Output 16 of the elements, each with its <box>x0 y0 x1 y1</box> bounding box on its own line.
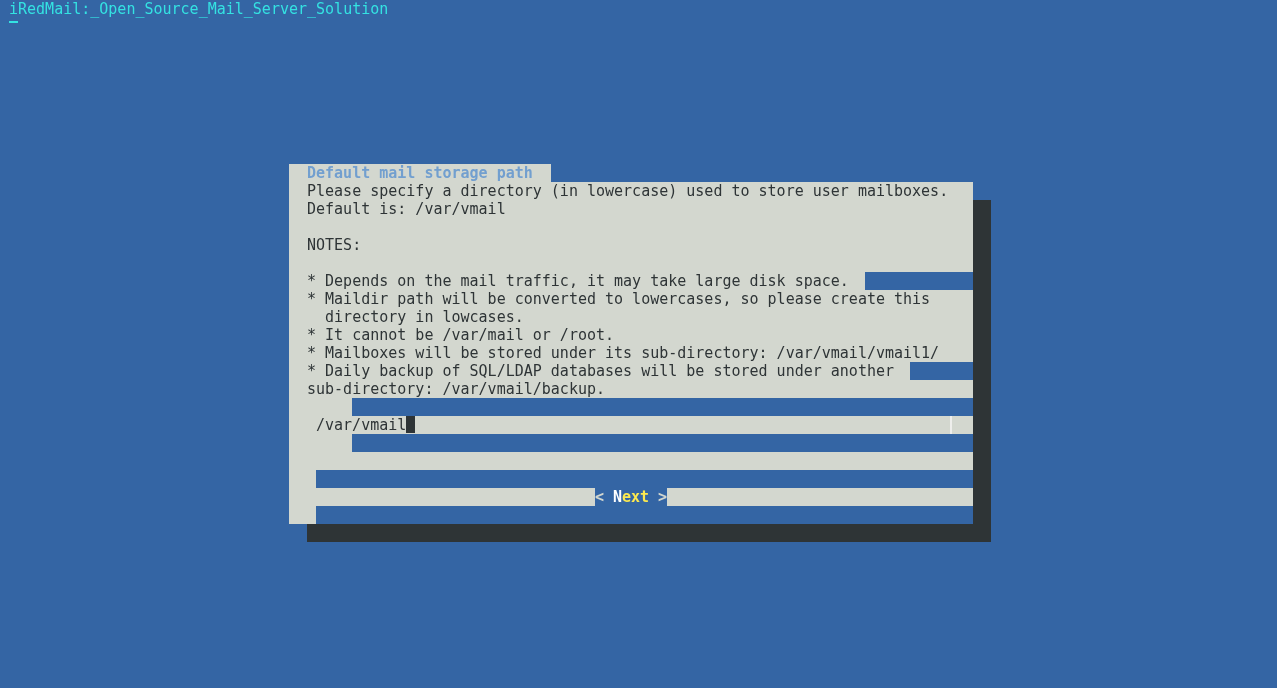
dialog-title: Default mail storage path <box>289 164 551 182</box>
message-text: Default is: /var/vmail <box>306 200 506 218</box>
note-text: * Daily backup of SQL/LDAP databases will be stored under another <box>306 362 894 380</box>
note-text: directory in lowcases. <box>324 308 524 326</box>
terminal-title: iRedMail:_Open_Source_Mail_Server_Solution <box>8 0 389 18</box>
next-button[interactable]: < Next > <box>594 488 668 506</box>
input-field[interactable]: /var/vmail <box>316 416 952 434</box>
note-text: * It cannot be /var/mail or /root. <box>306 326 615 344</box>
message-text: Please specify a directory (in lowercase) used to store user mailboxes. <box>306 182 949 200</box>
note-text: * Mailboxes will be stored under its sub-directory: /var/vmail/vmail1/ <box>306 344 940 362</box>
rendering-artifact <box>910 362 973 380</box>
note-text: sub-directory: /var/vmail/backup. <box>306 380 605 398</box>
notes-heading: NOTES: <box>306 236 362 254</box>
note-text: * Depends on the mail traffic, it may take large disk space. <box>306 272 849 290</box>
note-text: * Maildir path will be converted to lowercases, so please create this <box>306 290 931 308</box>
terminal-cursor <box>9 21 18 23</box>
